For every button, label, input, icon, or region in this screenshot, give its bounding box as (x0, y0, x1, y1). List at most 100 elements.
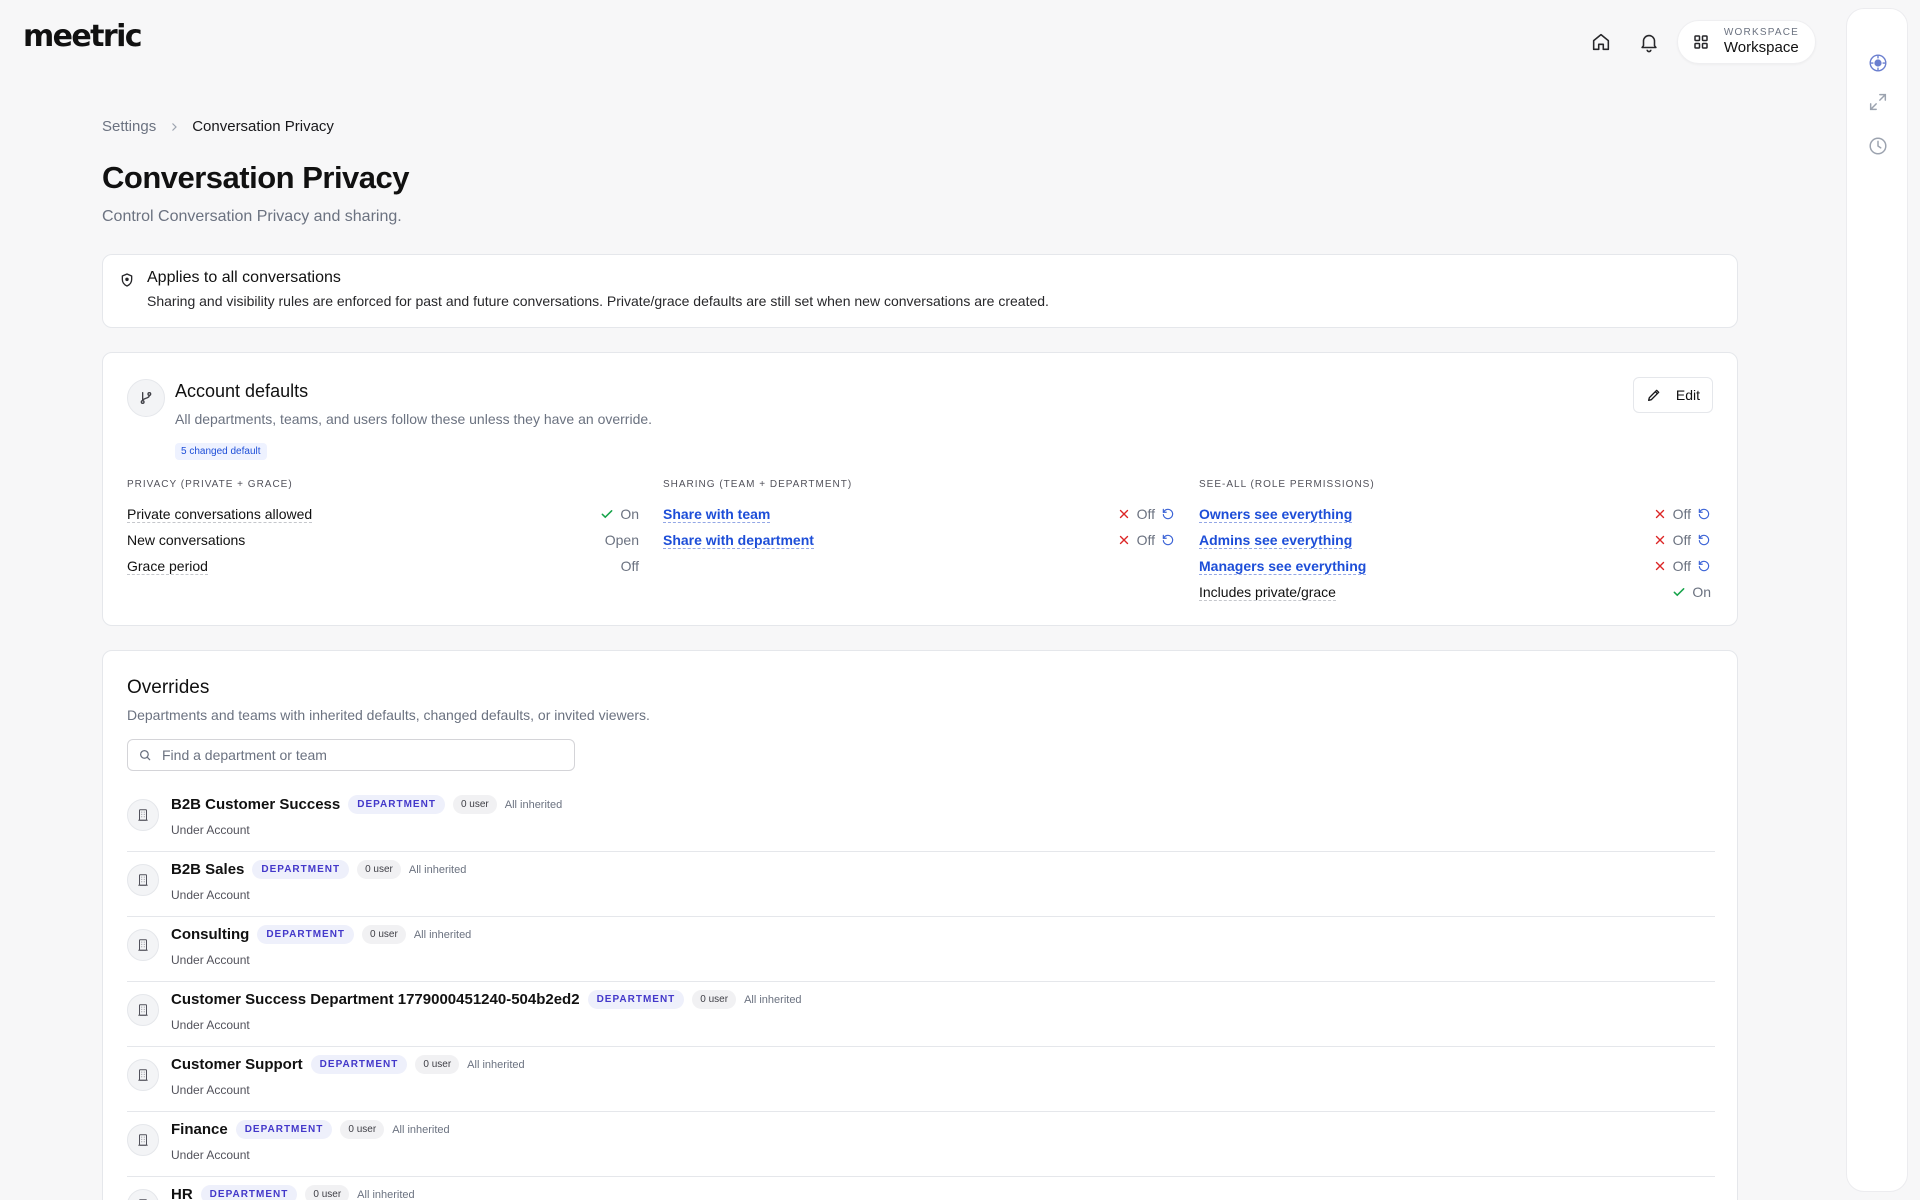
user-count-badge: 0 user (305, 1185, 350, 1200)
owners-value: Off (1672, 506, 1691, 522)
breadcrumb-current: Conversation Privacy (192, 118, 334, 135)
notice-card: Applies to all conversations Sharing and… (102, 254, 1738, 328)
user-count-badge: 0 user (692, 990, 737, 1009)
bell-icon (1641, 34, 1657, 53)
edit-defaults-button[interactable]: Edit (1632, 377, 1713, 413)
new-conversations-value: Open (604, 532, 639, 548)
reset-icon[interactable] (1697, 507, 1711, 521)
sharing-row: Share with team Off (663, 501, 1175, 527)
see-all-heading: SEE-ALL (ROLE PERMISSIONS) (1199, 479, 1375, 490)
privacy-column: PRIVACY (PRIVATE + GRACE) Private conver… (127, 479, 639, 579)
user-count-badge: 0 user (357, 860, 401, 879)
check-icon (601, 510, 613, 519)
overrides-subtitle: Departments and teams with inherited def… (127, 707, 650, 723)
sharing-row: Share with department Off (663, 527, 1175, 553)
see-all-row: Managers see everything Off (1199, 553, 1711, 579)
type-badge: DEPARTMENT (257, 925, 355, 944)
list-item[interactable]: B2B Customer Success DEPARTMENT 0 user All … (127, 787, 1715, 852)
building-icon (127, 994, 159, 1026)
notifications-button[interactable] (1629, 24, 1669, 60)
reset-icon[interactable] (1697, 559, 1711, 573)
item-name: Customer Success Department 177900045124… (171, 991, 580, 1008)
includes-private-grace-label: Includes private/grace (1199, 583, 1336, 601)
user-count-badge: 0 user (362, 925, 406, 944)
inherit-status: All inherited (744, 993, 802, 1006)
item-name: Finance (171, 1121, 228, 1138)
privacy-heading: PRIVACY (PRIVATE + GRACE) (127, 479, 293, 490)
search-field[interactable] (127, 739, 575, 771)
right-side-panel (1846, 8, 1908, 1192)
admins-value: Off (1672, 532, 1691, 548)
share-with-department-link[interactable]: Share with department (663, 532, 814, 549)
expand-icon[interactable] (1867, 91, 1889, 113)
reset-icon[interactable] (1697, 533, 1711, 547)
grace-period-label: Grace period (127, 557, 208, 575)
type-badge: DEPARTMENT (310, 1055, 408, 1074)
privacy-row: Private conversations allowed On (127, 501, 639, 527)
item-name: B2B Customer Success (171, 796, 341, 813)
page-title: Conversation Privacy (102, 160, 410, 195)
sharing-column: SHARING (TEAM + DEPARTMENT) Share with t… (663, 479, 1175, 553)
list-item[interactable]: HR DEPARTMENT 0 user All inherited (127, 1177, 1715, 1200)
history-icon[interactable] (1867, 135, 1889, 157)
breadcrumb: Settings Conversation Privacy (102, 118, 334, 135)
reset-icon[interactable] (1161, 533, 1175, 547)
list-item[interactable]: Customer Support DEPARTMENT 0 user All inhe… (127, 1047, 1715, 1112)
type-badge: DEPARTMENT (252, 860, 350, 879)
account-defaults-title: Account defaults (175, 381, 309, 401)
inherit-status: All inherited (357, 1188, 415, 1200)
workspace-switcher[interactable]: WORKSPACE Workspace (1676, 20, 1816, 64)
share-with-team-value: Off (1136, 506, 1155, 522)
managers-see-everything-link[interactable]: Managers see everything (1199, 558, 1367, 575)
inherit-status: All inherited (408, 863, 467, 876)
workspace-name: Workspace (1723, 39, 1799, 56)
inherit-status: All inherited (413, 928, 472, 941)
breadcrumb-settings-link[interactable]: Settings (102, 118, 156, 135)
owners-see-everything-link[interactable]: Owners see everything (1199, 506, 1353, 523)
overrides-title: Overrides (127, 677, 210, 698)
private-conversations-label: Private conversations allowed (127, 505, 313, 523)
admins-see-everything-link[interactable]: Admins see everything (1199, 532, 1353, 549)
privacy-row: New conversations Open (127, 527, 639, 553)
search-input[interactable] (162, 747, 562, 763)
type-badge: DEPARTMENT (200, 1185, 298, 1200)
x-icon (1655, 509, 1664, 519)
account-defaults-card: Account defaults All departments, teams,… (102, 352, 1738, 626)
inherit-status: All inherited (392, 1123, 450, 1136)
sharing-heading: SHARING (TEAM + DEPARTMENT) (663, 479, 853, 490)
share-with-team-link[interactable]: Share with team (663, 506, 771, 523)
x-icon (1655, 535, 1664, 545)
type-badge: DEPARTMENT (348, 795, 445, 814)
item-name: Customer Support (171, 1056, 303, 1073)
notice-title: Applies to all conversations (147, 269, 341, 286)
item-parent: Under Account (171, 1083, 250, 1097)
item-parent: Under Account (171, 888, 250, 902)
top-bar-actions: WORKSPACE Workspace (1581, 20, 1816, 64)
page-subtitle: Control Conversation Privacy and sharing… (102, 208, 402, 225)
user-count-badge: 0 user (452, 795, 497, 814)
managers-value: Off (1672, 558, 1691, 574)
list-item[interactable]: Customer Success Department 177900045124… (127, 982, 1715, 1047)
list-item[interactable]: Consulting DEPARTMENT 0 user All inherited … (127, 917, 1715, 982)
item-parent: Under Account (171, 823, 250, 837)
item-name: Consulting (171, 926, 250, 943)
branch-icon (127, 379, 165, 417)
building-icon (127, 864, 159, 896)
list-item[interactable]: Finance DEPARTMENT 0 user All inherited Und… (127, 1112, 1715, 1177)
reset-icon[interactable] (1161, 507, 1175, 521)
list-item[interactable]: B2B Sales DEPARTMENT 0 user All inherited U… (127, 852, 1715, 917)
shield-icon (121, 273, 133, 287)
meetric-logo[interactable]: meetric (23, 20, 143, 54)
item-name: B2B Sales (171, 861, 245, 878)
notice-text: Sharing and visibility rules are enforce… (147, 293, 1049, 309)
home-icon (1592, 33, 1610, 51)
home-button[interactable] (1581, 24, 1621, 60)
see-all-row: Includes private/grace On (1199, 579, 1711, 605)
grid-icon (1694, 35, 1708, 49)
see-all-column: SEE-ALL (ROLE PERMISSIONS) Owners see ev… (1199, 479, 1711, 605)
x-icon (1655, 561, 1664, 571)
search-icon (139, 749, 151, 761)
assistant-orbit-icon[interactable] (1867, 52, 1889, 74)
building-icon (127, 1059, 159, 1091)
privacy-row: Grace period Off (127, 553, 639, 579)
